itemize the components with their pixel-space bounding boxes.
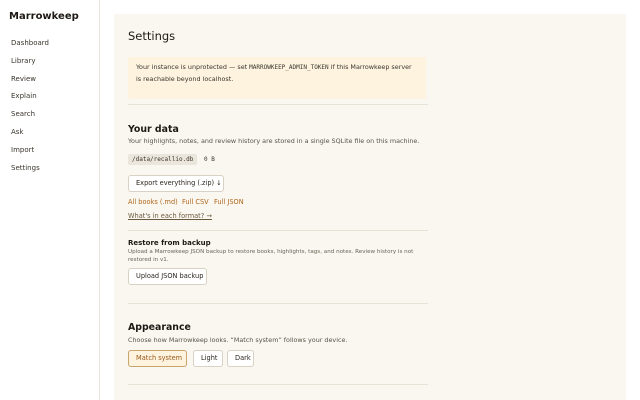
appearance-description: Choose how Marrowkeep looks. “Match syst… xyxy=(128,336,348,344)
export-csv-link[interactable]: Full CSV xyxy=(182,198,209,206)
sidebar-item-library[interactable]: Library xyxy=(11,56,49,74)
divider xyxy=(128,230,428,231)
brand-logo-text[interactable]: Marrowkeep xyxy=(9,11,79,22)
divider xyxy=(128,104,428,105)
page-title: Settings xyxy=(128,29,176,43)
upload-json-backup-button[interactable]: Upload JSON backup xyxy=(128,268,207,285)
sidebar-nav: Dashboard Library Review Explain Search … xyxy=(11,38,49,180)
format-info-link[interactable]: What's in each format? → xyxy=(128,212,212,220)
sidebar-item-import[interactable]: Import xyxy=(11,145,49,163)
unprotected-warning: Your instance is unprotected — set MARRO… xyxy=(128,57,426,99)
sidebar-item-ask[interactable]: Ask xyxy=(11,127,49,145)
your-data-description: Your highlights, notes, and review histo… xyxy=(128,137,420,145)
appearance-title: Appearance xyxy=(128,322,191,333)
export-everything-button[interactable]: Export everything (.zip) ↓ xyxy=(128,175,224,192)
warning-text-before: Your instance is unprotected — set xyxy=(136,63,250,71)
sidebar-item-dashboard[interactable]: Dashboard xyxy=(11,38,49,56)
settings-panel: Settings Your instance is unprotected — … xyxy=(114,14,626,400)
sidebar-item-review[interactable]: Review xyxy=(11,74,49,92)
restore-title: Restore from backup xyxy=(128,239,211,247)
restore-description: Upload a Marrowkeep JSON backup to resto… xyxy=(128,249,414,263)
export-json-link[interactable]: Full JSON xyxy=(214,198,244,206)
sidebar-item-explain[interactable]: Explain xyxy=(11,91,49,109)
theme-light-button[interactable]: Light xyxy=(193,350,223,367)
your-data-title: Your data xyxy=(128,124,179,135)
theme-dark-button[interactable]: Dark xyxy=(227,350,254,367)
db-path: /data/recallio.db xyxy=(128,154,198,165)
sidebar: Marrowkeep Dashboard Library Review Expl… xyxy=(0,0,100,400)
theme-match-system-button[interactable]: Match system xyxy=(128,350,187,367)
export-books-md-link[interactable]: All books (.md) xyxy=(128,198,178,206)
divider xyxy=(128,303,428,304)
db-size: 0 B xyxy=(204,156,215,163)
divider xyxy=(128,384,428,385)
warning-env-var: MARROWKEEP_ADMIN_TOKEN xyxy=(249,64,329,71)
sidebar-item-search[interactable]: Search xyxy=(11,109,49,127)
sidebar-item-settings[interactable]: Settings xyxy=(11,163,49,181)
